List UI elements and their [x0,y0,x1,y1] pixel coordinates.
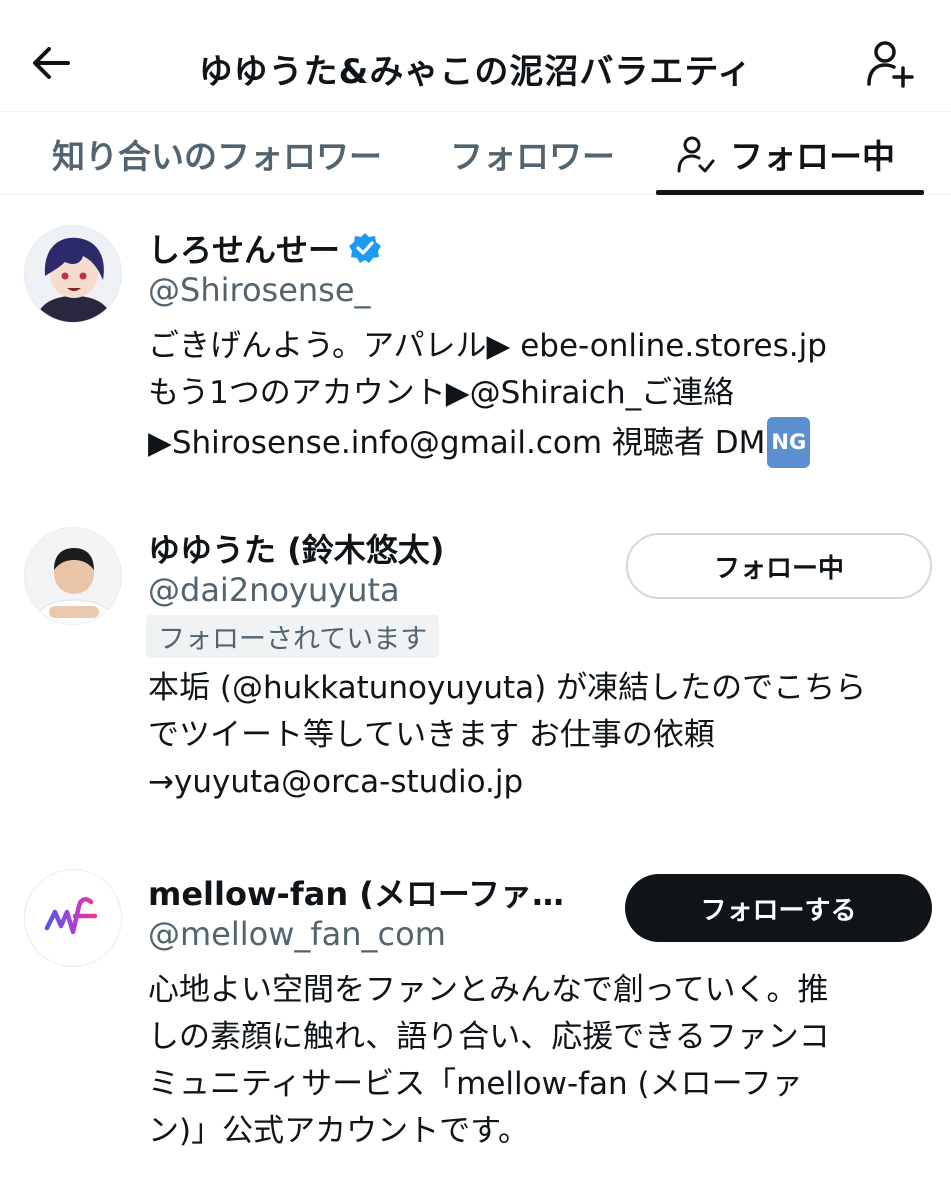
verified-badge-icon [349,233,382,263]
following-button[interactable]: フォロー中 [626,533,932,599]
add-user-button[interactable] [865,38,915,88]
tab-label: 知り合いのフォロワー [52,136,382,176]
user-name[interactable]: mellow-fan (メローファ… [148,869,564,915]
user-name[interactable]: しろせんせー [148,225,340,271]
bio-line: 本垢 (@hukkatunoyuyuta) が凍結したのでこちら [148,670,867,706]
tab-bar: 知り合いのフォロワー フォロワー フォロー中 [0,112,951,195]
page-title: ゆゆうた&みゃこの泥沼バラエティ [198,52,753,92]
bio-line: しの素顔に触れ、語り合い、応援できるファンコ [148,1019,830,1055]
avatar-image [25,226,121,322]
tab-label: フォロー中 [730,136,895,176]
tab-following[interactable]: フォロー中 [676,112,895,195]
bio-line-text: ▶Shirosense.info@gmail.com 視聴者 DM [148,425,766,461]
person-add-icon [867,41,914,88]
ng-emoji-badge: NG [767,417,811,468]
user-row-mellow-fan[interactable]: mellow-fan (メローファ… @mellow_fan_com フォローす… [0,825,951,1200]
user-row-yuyuta[interactable]: ゆゆうた (鈴木悠太) @dai2noyuyuta フォローされています フォロ… [0,495,951,825]
user-name[interactable]: ゆゆうた (鈴木悠太) [148,525,444,571]
tab-label: フォロワー [450,136,615,176]
user-bio: 心地よい空間をファンとみんなで創っていく。推 しの素顔に触れ、語り合い、応援でき… [148,967,918,1155]
avatar[interactable] [24,527,122,625]
bio-line: ン)」公式アカウントです。 [148,1113,529,1149]
user-handle: @Shirosense_ [148,271,371,309]
user-name-row: しろせんせー [148,225,382,271]
bio-line: →yuyuta@orca-studio.jp [148,764,524,800]
arrow-left-icon [33,47,70,79]
follows-you-badge: フォローされています [146,615,440,658]
follow-button[interactable]: フォローする [625,874,932,942]
user-bio: ごきげんよう。アパレル▶ ebe-online.stores.jp もう1つのア… [148,323,918,468]
bio-line: ミュニティサービス「mellow-fan (メローファ [148,1066,803,1102]
tab-followers[interactable]: フォロワー [450,112,615,195]
bio-line: もう1つのアカウント▶@Shiraich_ご連絡 [148,375,735,411]
top-bar: ゆゆうた&みゃこの泥沼バラエティ [0,0,951,112]
bio-line: 心地よい空間をファンとみんなで創っていく。推 [148,972,829,1008]
user-bio: 本垢 (@hukkatunoyuyuta) が凍結したのでこちら でツイート等し… [148,665,918,806]
avatar[interactable] [24,225,122,323]
bio-line: でツイート等していきます お仕事の依頼 [148,717,715,753]
bio-line: ごきげんよう。アパレル▶ ebe-online.stores.jp [148,328,827,364]
tab-known-followers[interactable]: 知り合いのフォロワー [52,112,382,195]
avatar[interactable] [24,869,122,967]
back-button[interactable] [28,40,74,86]
user-row-shirosense[interactable]: しろせんせー @Shirosense_ ごきげんよう。アパレル▶ ebe-onl… [0,195,951,495]
mellow-fan-logo-icon [44,897,98,935]
bio-line: ▶Shirosense.info@gmail.com 視聴者 DM NG [148,417,918,468]
avatar-image [25,528,121,624]
person-check-icon [677,136,715,172]
user-handle: @dai2noyuyuta [148,571,400,609]
user-handle: @mellow_fan_com [148,915,446,953]
